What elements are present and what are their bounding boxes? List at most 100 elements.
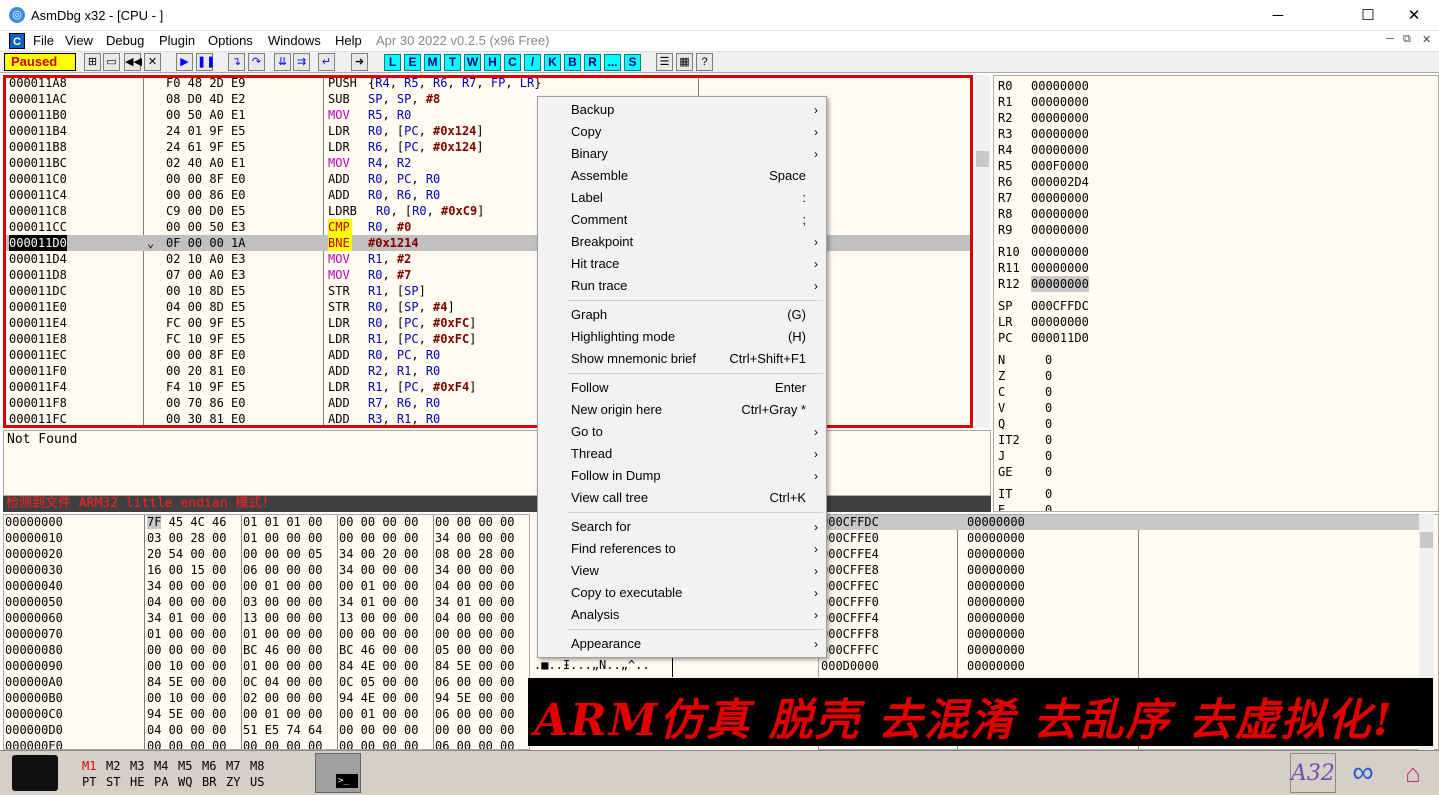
- step-into-icon[interactable]: ↴: [228, 53, 245, 71]
- context-item-view-call-tree[interactable]: View call tree Ctrl+K: [538, 487, 826, 509]
- context-item-analysis[interactable]: Analysis ›: [538, 604, 826, 626]
- toolbar-button-cpu[interactable]: C: [504, 54, 521, 71]
- flag-row[interactable]: Q0: [998, 416, 1052, 432]
- mark-m1[interactable]: M1: [82, 759, 96, 773]
- stack-row[interactable]: 000CFFE0 00000000: [821, 530, 1421, 546]
- flag-row[interactable]: C0: [998, 384, 1052, 400]
- context-item-backup[interactable]: Backup ›: [538, 99, 826, 121]
- mark-m8[interactable]: M8: [250, 759, 264, 773]
- toolbar-button-references[interactable]: R: [584, 54, 601, 71]
- stack-row[interactable]: 000CFFDC 00000000: [821, 515, 1421, 530]
- menu-windows[interactable]: Windows: [268, 33, 321, 48]
- mark-m7[interactable]: M7: [226, 759, 240, 773]
- context-item-new-origin-here[interactable]: New origin here Ctrl+Gray *: [538, 399, 826, 421]
- register-row[interactable]: R9 00000000: [998, 222, 1089, 238]
- flag-row[interactable]: J0: [998, 448, 1052, 464]
- mode-us[interactable]: US: [250, 775, 264, 789]
- step-over-icon[interactable]: ↷: [248, 53, 265, 71]
- registers-pane[interactable]: R0 00000000 R1 00000000 R2 00000000 R3 00000000…: [993, 75, 1439, 512]
- flag-row[interactable]: IT2 0: [998, 432, 1052, 448]
- mark-m5[interactable]: M5: [178, 759, 192, 773]
- context-item-label[interactable]: Label:: [538, 187, 826, 209]
- context-item-assemble[interactable]: Assemble Space: [538, 165, 826, 187]
- register-row[interactable]: R12 00000000: [998, 276, 1089, 292]
- menu-options[interactable]: Options: [208, 33, 253, 48]
- mode-pa[interactable]: PA: [154, 775, 168, 789]
- register-row[interactable]: SP 000CFFDC: [998, 298, 1089, 314]
- trace-over-icon[interactable]: ⇉: [293, 53, 310, 71]
- toolbar-button-callstack[interactable]: K: [544, 54, 561, 71]
- maximize-button[interactable]: ☐: [1345, 0, 1391, 31]
- help-icon[interactable]: ?: [696, 53, 713, 71]
- stack-row[interactable]: 000CFFEC 00000000: [821, 578, 1421, 594]
- mode-wq[interactable]: WQ: [178, 775, 192, 789]
- context-item-copy-to-executable[interactable]: Copy to executable ›: [538, 582, 826, 604]
- flag-row[interactable]: Z0: [998, 368, 1052, 384]
- context-item-view[interactable]: View ›: [538, 560, 826, 582]
- context-item-comment[interactable]: Comment;: [538, 209, 826, 231]
- infinity-icon[interactable]: ∞: [1340, 753, 1386, 793]
- mark-m3[interactable]: M3: [130, 759, 144, 773]
- mode-zy[interactable]: ZY: [226, 775, 240, 789]
- color-palette-icon[interactable]: ▦: [676, 53, 693, 71]
- toolbar-button-source[interactable]: S: [624, 54, 641, 71]
- mark-m4[interactable]: M4: [154, 759, 168, 773]
- stack-row[interactable]: 000CFFF4 00000000: [821, 610, 1421, 626]
- rewind-icon[interactable]: ◀◀: [124, 53, 142, 71]
- context-item-search-for[interactable]: Search for ›: [538, 516, 826, 538]
- context-item-find-references-to[interactable]: Find references to ›: [538, 538, 826, 560]
- register-row[interactable]: R2 00000000: [998, 110, 1089, 126]
- run-icon[interactable]: ▶: [176, 53, 193, 71]
- minimize-button[interactable]: ─: [1255, 0, 1301, 31]
- dump-pane[interactable]: 00000000 7F 45 4C 46 01 01 01 00 00 00 00 0…: [3, 514, 530, 750]
- mode-st[interactable]: ST: [106, 775, 120, 789]
- register-row[interactable]: R0 00000000: [998, 78, 1089, 94]
- vm-icon[interactable]: ⌂: [1390, 753, 1436, 793]
- context-item-highlighting-mode[interactable]: Highlighting mode (H): [538, 326, 826, 348]
- register-row[interactable]: R4 00000000: [998, 142, 1089, 158]
- toolbar-button-windows[interactable]: W: [464, 54, 481, 71]
- context-item-binary[interactable]: Binary ›: [538, 143, 826, 165]
- a32-logo[interactable]: A32: [1290, 753, 1336, 793]
- context-item-follow-in-dump[interactable]: Follow in Dump ›: [538, 465, 826, 487]
- close-button[interactable]: ✕: [1391, 0, 1437, 31]
- list-icon[interactable]: ☰: [656, 53, 673, 71]
- context-item-thread[interactable]: Thread ›: [538, 443, 826, 465]
- disassembly-pane[interactable]: 000011A8 F0 48 2D E9 PUSH {R4, R5, R6, R7, …: [3, 75, 973, 428]
- menu-debug[interactable]: Debug: [106, 33, 144, 48]
- toolbar-button-breakpoints[interactable]: B: [564, 54, 581, 71]
- execute-till-return-icon[interactable]: ↵: [318, 53, 335, 71]
- pause-icon[interactable]: ❚❚: [196, 53, 215, 71]
- toolbar-button-threads[interactable]: T: [444, 54, 461, 71]
- register-row[interactable]: LR 00000000: [998, 314, 1089, 330]
- toolbar-button-modules[interactable]: E: [404, 54, 421, 71]
- toolbar-button-runtrace[interactable]: ...: [604, 54, 621, 71]
- menu-file[interactable]: File: [33, 33, 54, 48]
- register-row[interactable]: R6 000002D4: [998, 174, 1089, 190]
- context-item-go-to[interactable]: Go to ›: [538, 421, 826, 443]
- stack-row[interactable]: 000CFFF8 00000000: [821, 626, 1421, 642]
- mark-m6[interactable]: M6: [202, 759, 216, 773]
- stack-row[interactable]: 000CFFF0 00000000: [821, 594, 1421, 610]
- toolbar-button-handles[interactable]: H: [484, 54, 501, 71]
- mode-he[interactable]: HE: [130, 775, 144, 789]
- context-item-graph[interactable]: Graph (G): [538, 304, 826, 326]
- goto-icon[interactable]: ➜: [351, 53, 368, 71]
- register-row[interactable]: R5 000F0000: [998, 158, 1089, 174]
- context-item-run-trace[interactable]: Run trace ›: [538, 275, 826, 297]
- trace-into-icon[interactable]: ⇊: [274, 53, 291, 71]
- context-item-breakpoint[interactable]: Breakpoint ›: [538, 231, 826, 253]
- context-item-copy[interactable]: Copy ›: [538, 121, 826, 143]
- menu-plugin[interactable]: Plugin: [159, 33, 195, 48]
- context-item-appearance[interactable]: Appearance ›: [538, 633, 826, 655]
- flag-row[interactable]: IT 0: [998, 486, 1052, 502]
- register-row[interactable]: R11 00000000: [998, 260, 1089, 276]
- disasm-row[interactable]: 000011A8 F0 48 2D E9 PUSH {R4, R5, R6, R7, …: [6, 78, 970, 91]
- flag-row[interactable]: N0: [998, 352, 1052, 368]
- menu-view[interactable]: View: [65, 33, 93, 48]
- mode-pt[interactable]: PT: [82, 775, 96, 789]
- close-debug-icon[interactable]: ✕: [144, 53, 161, 71]
- folder-icon[interactable]: ▭: [103, 53, 120, 71]
- register-row[interactable]: R10 00000000: [998, 244, 1089, 260]
- flag-row[interactable]: E0: [998, 502, 1052, 511]
